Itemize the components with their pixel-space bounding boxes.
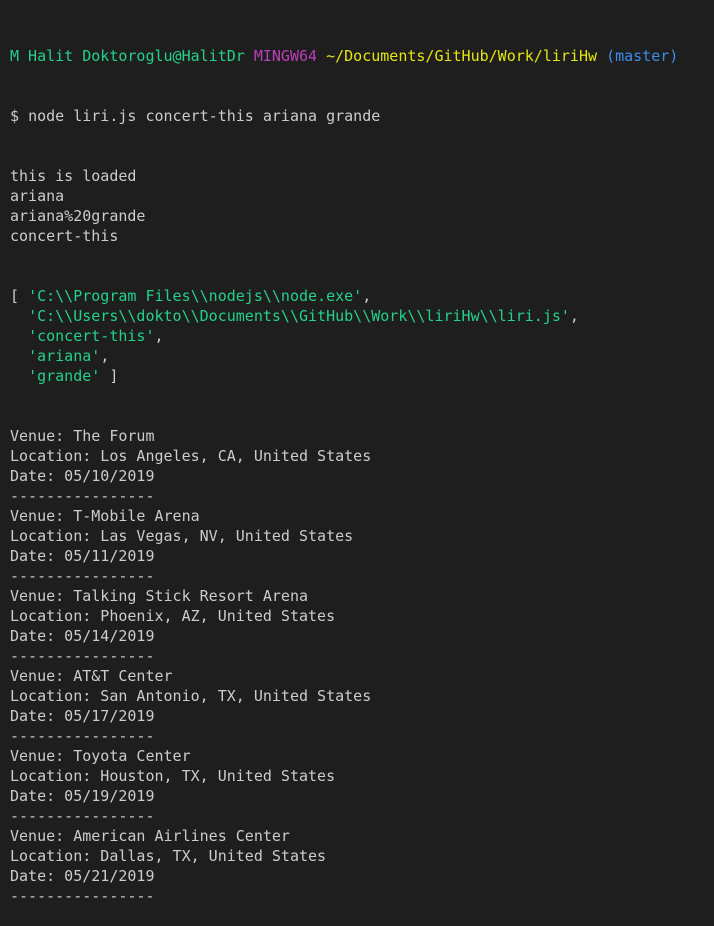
concert-entry: Venue: AT&T Center Location: San Antonio,… bbox=[10, 666, 714, 746]
argv-array-output: [ 'C:\\Program Files\\nodejs\\node.exe',… bbox=[10, 286, 714, 386]
date-line: Date: 05/17/2019 bbox=[10, 707, 155, 725]
prompt-user-host: M Halit Doktoroglu@HalitDr bbox=[10, 47, 245, 65]
location-line: Location: Phoenix, AZ, United States bbox=[10, 607, 336, 625]
command-prompt-symbol: $ bbox=[10, 107, 20, 125]
log-line: ariana%20grande bbox=[10, 207, 146, 225]
separator-line: ---------------- bbox=[10, 567, 155, 585]
concert-entry: Venue: Talking Stick Resort Arena Locatio… bbox=[10, 586, 714, 666]
log-line: ariana bbox=[10, 187, 65, 205]
command-text: node liri.js concert-this ariana grande bbox=[28, 107, 381, 125]
concert-results: Venue: The Forum Location: Los Angeles, C… bbox=[10, 426, 714, 906]
array-indent bbox=[10, 347, 28, 365]
venue-line: Venue: Toyota Center bbox=[10, 747, 191, 765]
separator-line: ---------------- bbox=[10, 647, 155, 665]
venue-line: Venue: Talking Stick Resort Arena bbox=[10, 587, 309, 605]
array-close-bracket: ] bbox=[100, 367, 119, 385]
location-line: Location: Dallas, TX, United States bbox=[10, 847, 327, 865]
prompt-git-branch: (master) bbox=[606, 47, 679, 65]
log-line: concert-this bbox=[10, 227, 119, 245]
argv-line: 'C:\\Users\\dokto\\Documents\\GitHub\\Wo… bbox=[10, 306, 714, 326]
array-comma: , bbox=[154, 327, 164, 345]
array-comma: , bbox=[569, 307, 579, 325]
date-line: Date: 05/14/2019 bbox=[10, 627, 155, 645]
date-line: Date: 05/11/2019 bbox=[10, 547, 155, 565]
command-line: $ node liri.js concert-this ariana grand… bbox=[10, 106, 714, 126]
argv-item: 'grande' bbox=[28, 367, 101, 385]
separator-line: ---------------- bbox=[10, 487, 155, 505]
venue-line: Venue: AT&T Center bbox=[10, 667, 173, 685]
prompt-path: ~/Documents/GitHub/Work/liriHw bbox=[326, 47, 598, 65]
array-open-bracket: [ bbox=[10, 287, 29, 305]
array-comma: , bbox=[362, 287, 372, 305]
array-indent bbox=[10, 307, 28, 325]
argv-item: 'concert-this' bbox=[28, 327, 155, 345]
date-line: Date: 05/21/2019 bbox=[10, 867, 155, 885]
location-line: Location: Los Angeles, CA, United States bbox=[10, 447, 372, 465]
prompt-system: MINGW64 bbox=[253, 47, 318, 65]
argv-line: 'ariana', bbox=[10, 346, 714, 366]
log-output: this is loaded ariana ariana%20grande conce… bbox=[10, 166, 714, 246]
separator-line: ---------------- bbox=[10, 807, 155, 825]
argv-line: 'grande' ] bbox=[10, 366, 714, 386]
concert-entry: Venue: Toyota Center Location: Houston, T… bbox=[10, 746, 714, 826]
location-line: Location: Las Vegas, NV, United States bbox=[10, 527, 354, 545]
venue-line: Venue: T-Mobile Arena bbox=[10, 507, 200, 525]
shell-prompt: M Halit Doktoroglu@HalitDr MINGW64 ~/Doc… bbox=[10, 46, 714, 66]
terminal-window[interactable]: M Halit Doktoroglu@HalitDr MINGW64 ~/Doc… bbox=[0, 0, 714, 905]
array-indent bbox=[10, 327, 28, 345]
argv-line: 'concert-this', bbox=[10, 326, 714, 346]
concert-entry: Venue: American Airlines Center Location:… bbox=[10, 826, 714, 906]
venue-line: Venue: The Forum bbox=[10, 427, 155, 445]
argv-line: [ 'C:\\Program Files\\nodejs\\node.exe', bbox=[10, 286, 714, 306]
array-comma: , bbox=[100, 347, 110, 365]
argv-item: 'C:\\Program Files\\nodejs\\node.exe' bbox=[28, 287, 363, 305]
argv-item: 'C:\\Users\\dokto\\Documents\\GitHub\\Wo… bbox=[28, 307, 570, 325]
separator-line: ---------------- bbox=[10, 727, 155, 745]
date-line: Date: 05/19/2019 bbox=[10, 787, 155, 805]
location-line: Location: San Antonio, TX, United States bbox=[10, 687, 372, 705]
array-indent bbox=[10, 367, 28, 385]
argv-item: 'ariana' bbox=[28, 347, 101, 365]
log-line: this is loaded bbox=[10, 167, 137, 185]
venue-line: Venue: American Airlines Center bbox=[10, 827, 290, 845]
separator-line: ---------------- bbox=[10, 887, 155, 905]
concert-entry: Venue: The Forum Location: Los Angeles, C… bbox=[10, 426, 714, 506]
location-line: Location: Houston, TX, United States bbox=[10, 767, 336, 785]
date-line: Date: 05/10/2019 bbox=[10, 467, 155, 485]
concert-entry: Venue: T-Mobile Arena Location: Las Vegas… bbox=[10, 506, 714, 586]
